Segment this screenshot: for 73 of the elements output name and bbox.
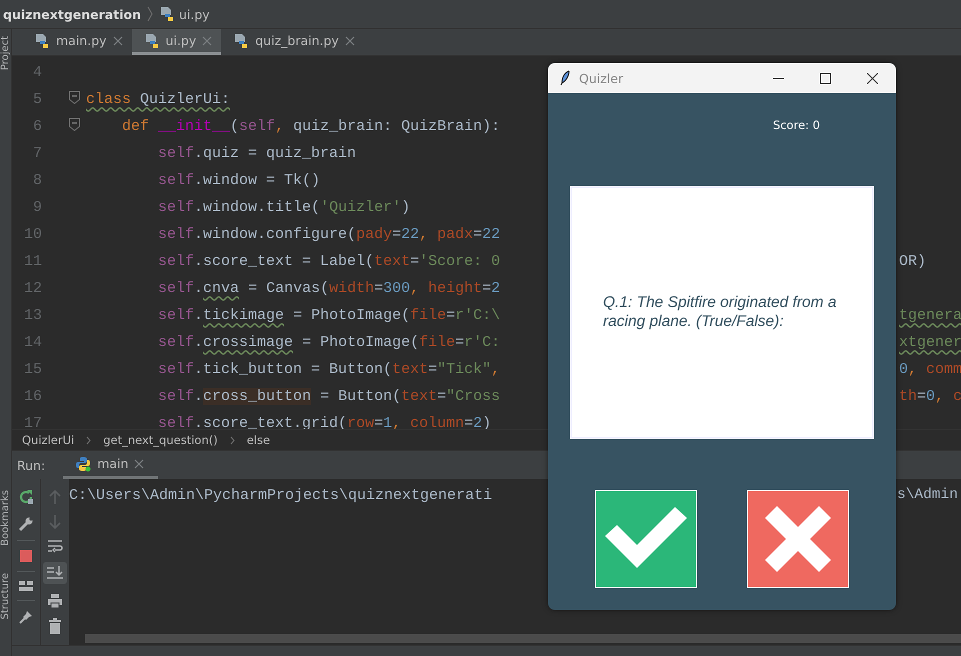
tool-window-tab[interactable]: Project xyxy=(0,36,11,70)
scroll-to-end-icon[interactable] xyxy=(43,562,67,584)
code-line: th=0, c xyxy=(899,388,961,404)
soft-wrap-icon[interactable] xyxy=(47,539,63,553)
feather-icon xyxy=(560,70,570,86)
trash-icon[interactable] xyxy=(48,618,62,634)
code-line: self.crossimage = PhotoImage(file=r'C: xyxy=(157,334,500,350)
fold-marker-icon[interactable] xyxy=(68,91,80,104)
line-number: 14 xyxy=(24,334,42,350)
line-number: 4 xyxy=(32,64,42,80)
run-label: Run: xyxy=(17,458,46,472)
line-number: 16 xyxy=(24,388,42,404)
line-number: 5 xyxy=(32,90,42,108)
python-file-icon xyxy=(144,32,160,48)
line-number: 9 xyxy=(32,198,42,216)
chevron-icon xyxy=(146,6,153,22)
console-output: C:\Users\Admin\PycharmProjects\quiznextgenerati xyxy=(69,487,494,504)
horizontal-scrollbar[interactable] xyxy=(85,634,961,643)
editor-tab[interactable]: quiz_brain.py xyxy=(221,29,364,55)
code-line: self.tickimage = PhotoImage(file=r'C:\ xyxy=(157,306,500,324)
window-title: Quizler xyxy=(579,70,624,86)
tool-window-tab[interactable]: Bookmarks xyxy=(0,490,11,546)
line-number: 15 xyxy=(24,360,42,378)
editor-tab[interactable]: main.py xyxy=(22,29,132,55)
code-line: self.score_text = Label(text='Score: 0 xyxy=(157,252,500,270)
line-number: 7 xyxy=(32,144,42,162)
code-line: self.window.title('Quizler') xyxy=(157,198,410,216)
score-label: Score: 0 xyxy=(772,118,820,134)
code-line: self.cross_button = Button(text="Cross xyxy=(157,388,500,404)
line-number: 6 xyxy=(32,118,42,134)
line-number: 11 xyxy=(24,252,42,270)
line-number: 17 xyxy=(24,414,42,429)
question-text: Q.1: The Spitfire originated from a racing plane. (True/False): xyxy=(603,293,838,331)
console-output: s\Admin xyxy=(896,487,959,504)
breadcrumb-item[interactable]: get_next_question() xyxy=(103,433,218,447)
wrench-icon[interactable] xyxy=(18,516,34,532)
code-line: 0, comm xyxy=(899,360,961,378)
code-line: xtgener xyxy=(899,334,961,350)
project-name[interactable]: quiznextgeneration xyxy=(3,6,141,22)
editor-tab[interactable]: ui.py xyxy=(132,29,222,55)
print-icon[interactable] xyxy=(47,593,63,609)
python-file-icon xyxy=(34,32,50,48)
close-icon[interactable] xyxy=(867,72,878,84)
fold-marker-icon[interactable] xyxy=(68,118,80,131)
line-number: 12 xyxy=(24,280,42,296)
code-line: self.cnva = Canvas(width=300, height=2 xyxy=(157,280,500,296)
line-number: 10 xyxy=(24,226,42,242)
tool-window-tab[interactable]: Structure xyxy=(0,573,11,620)
false-button[interactable] xyxy=(747,490,849,588)
python-icon xyxy=(75,456,92,472)
file-name[interactable]: ui.py xyxy=(178,6,210,22)
pin-icon[interactable] xyxy=(18,609,34,625)
line-number: 8 xyxy=(32,172,42,188)
code-line: def __init__(self, quiz_brain: QuizBrain): xyxy=(121,118,500,134)
code-line: class QuizlerUi: xyxy=(86,90,230,108)
maximize-icon[interactable] xyxy=(820,72,831,84)
rerun-icon[interactable] xyxy=(18,489,34,505)
code-line: OR) xyxy=(899,252,926,270)
layout-icon[interactable] xyxy=(18,580,34,592)
code-line: self.tick_button = Button(text="Tick", xyxy=(157,360,500,378)
python-file-icon xyxy=(158,6,175,22)
stop-icon[interactable] xyxy=(19,549,33,563)
chevron-icon xyxy=(86,436,92,444)
breadcrumb-item[interactable]: else xyxy=(246,433,270,447)
breadcrumb-item[interactable]: QuizlerUi xyxy=(22,433,74,447)
code-line: self.quiz = quiz_brain xyxy=(157,144,356,162)
code-line: self.window.configure(pady=22, padx=22 xyxy=(157,226,500,242)
code-line: self.window = Tk() xyxy=(157,172,320,188)
run-tab[interactable]: main xyxy=(63,451,158,479)
chevron-icon xyxy=(230,436,235,444)
true-button[interactable] xyxy=(595,490,697,588)
line-number: 13 xyxy=(24,306,42,324)
python-file-icon xyxy=(233,32,250,48)
